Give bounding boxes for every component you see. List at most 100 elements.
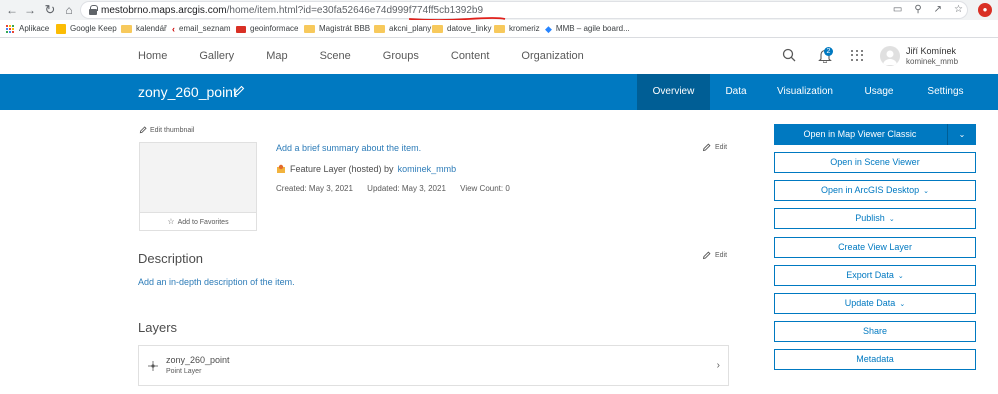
export-data-button[interactable]: Export Data ⌄ (774, 265, 976, 286)
edit-summary-button[interactable]: Edit (702, 143, 727, 152)
bookmark-email-seznam[interactable]: ‹ email_seznam (172, 22, 231, 36)
layer-type: Point Layer (166, 368, 202, 375)
item-title: zony_260_point (138, 84, 237, 100)
chevron-right-icon: › (716, 360, 720, 371)
updated-date: Updated: May 3, 2021 (367, 184, 446, 193)
button-label: Create View Layer (838, 242, 912, 252)
open-scene-viewer-button[interactable]: Open in Scene Viewer (774, 152, 976, 173)
open-map-viewer-classic-button[interactable]: Open in Map Viewer Classic ⌄ (774, 124, 976, 145)
button-label: Metadata (856, 354, 894, 364)
layer-card[interactable]: zony_260_point Point Layer › (138, 345, 729, 386)
open-arcgis-desktop-button[interactable]: Open in ArcGIS Desktop ⌄ (774, 180, 976, 201)
search-icon[interactable] (782, 48, 796, 62)
star-icon: ☆ (167, 217, 175, 226)
tab-visualization[interactable]: Visualization (762, 74, 848, 110)
email-icon: ‹ (172, 24, 175, 34)
nav-map[interactable]: Map (266, 38, 287, 74)
main-nav: Home Gallery Map Scene Groups Content Or… (138, 38, 616, 74)
chevron-down-icon[interactable]: ⌄ (947, 124, 976, 145)
bookmark-star-icon[interactable]: ☆ (954, 4, 963, 18)
chevron-down-icon: ⌄ (897, 273, 904, 280)
zoom-icon[interactable]: ⚲ (914, 4, 921, 18)
keep-icon (56, 24, 66, 34)
user-username: kominek_mmb (906, 57, 959, 66)
bookmark-label: Google Keep (70, 24, 117, 33)
bookmark-label: kromeriz (509, 24, 540, 33)
pencil-icon (139, 126, 147, 134)
nav-organization[interactable]: Organization (521, 38, 583, 74)
edit-description-button[interactable]: Edit (702, 251, 727, 260)
bookmark-akcni-plany[interactable]: akcni_plany (374, 22, 431, 36)
tab-settings[interactable]: Settings (910, 74, 981, 110)
create-view-layer-button[interactable]: Create View Layer (774, 237, 976, 258)
pencil-icon[interactable] (233, 85, 245, 97)
button-label: Publish (855, 213, 885, 223)
bookmark-label: Magistrát BBB (319, 24, 371, 33)
bookmark-kromeriz[interactable]: kromeriz (494, 22, 540, 36)
nav-scene[interactable]: Scene (320, 38, 351, 74)
bookmark-label: Aplikace (19, 24, 50, 33)
edit-thumbnail-link[interactable]: Edit thumbnail (139, 126, 194, 134)
button-label: Export Data (846, 270, 894, 280)
folder-icon (121, 25, 132, 33)
tab-overview[interactable]: Overview (637, 74, 710, 110)
point-layer-icon (148, 361, 158, 371)
edit-thumbnail-label: Edit thumbnail (150, 126, 195, 134)
item-thumbnail (139, 142, 257, 213)
folder-icon (432, 25, 443, 33)
chevron-down-icon: ⌄ (899, 301, 906, 308)
item-metadata-line: Created: May 3, 2021 Updated: May 3, 202… (276, 184, 522, 193)
lock-icon (89, 5, 98, 15)
nav-groups[interactable]: Groups (383, 38, 419, 74)
pencil-icon (702, 143, 711, 152)
add-summary-link[interactable]: Add a brief summary about the item. (276, 143, 421, 153)
home-icon[interactable]: ⌂ (61, 2, 77, 18)
bookmark-mmb-agile[interactable]: ◆ MMB – agile board... (545, 22, 630, 36)
back-icon[interactable]: ← (4, 2, 20, 18)
nav-home[interactable]: Home (138, 38, 167, 74)
bookmark-geoinformace[interactable]: geoinformace (236, 22, 298, 36)
share-icon[interactable]: ↗ (934, 4, 942, 18)
update-data-button[interactable]: Update Data ⌄ (774, 293, 976, 314)
button-label: Open in ArcGIS Desktop (821, 185, 920, 195)
bookmark-magistrat[interactable]: Magistrát BBB (304, 22, 370, 36)
created-date: Created: May 3, 2021 (276, 184, 353, 193)
bookmark-kalendar[interactable]: kalendář (121, 22, 167, 36)
extension-icon[interactable]: ● (978, 3, 992, 17)
share-button[interactable]: Share (774, 321, 976, 342)
url-host: mestobrno.maps.arcgis.com (101, 5, 227, 16)
layer-name: zony_260_point (166, 355, 230, 365)
address-bar[interactable]: mestobrno.maps.arcgis.com/home/item.html… (80, 1, 968, 21)
add-description-link[interactable]: Add an in-depth description of the item. (138, 277, 295, 287)
add-to-favorites-button[interactable]: ☆ Add to Favorites (139, 213, 257, 231)
avatar[interactable] (880, 46, 900, 66)
bookmark-label: MMB – agile board... (555, 24, 630, 33)
nav-gallery[interactable]: Gallery (199, 38, 234, 74)
bookmark-apps[interactable]: Aplikace (6, 22, 49, 36)
forward-icon[interactable]: → (22, 2, 38, 18)
bookmark-google-keep[interactable]: Google Keep (56, 22, 117, 36)
bookmark-datove-linky[interactable]: datove_linky (432, 22, 491, 36)
tab-data[interactable]: Data (710, 74, 762, 110)
owner-link[interactable]: kominek_mmb (398, 164, 457, 174)
notification-count-badge: 2 (824, 47, 833, 56)
cast-icon[interactable]: ▭ (893, 4, 902, 18)
view-count: View Count: 0 (460, 184, 510, 193)
pencil-icon (702, 251, 711, 260)
edit-label: Edit (715, 144, 728, 151)
bookmark-label: datove_linky (447, 24, 492, 33)
bookmark-label: kalendář (136, 24, 167, 33)
metadata-button[interactable]: Metadata (774, 349, 976, 370)
item-type-line: Feature Layer (hosted) by kominek_mmb (276, 164, 456, 174)
layers-heading: Layers (138, 320, 178, 335)
url-path: /home/item.html?id=e30fa52646e74d999f774… (226, 5, 484, 16)
bookmark-label: email_seznam (179, 24, 231, 33)
geo-icon (236, 25, 246, 33)
edit-label: Edit (715, 252, 728, 259)
app-launcher-icon[interactable] (850, 49, 863, 62)
user-display-name[interactable]: Jiří Komínek (906, 46, 956, 56)
nav-content[interactable]: Content (451, 38, 490, 74)
tab-usage[interactable]: Usage (848, 74, 910, 110)
publish-button[interactable]: Publish ⌄ (774, 208, 976, 229)
reload-icon[interactable]: ↻ (42, 2, 58, 18)
